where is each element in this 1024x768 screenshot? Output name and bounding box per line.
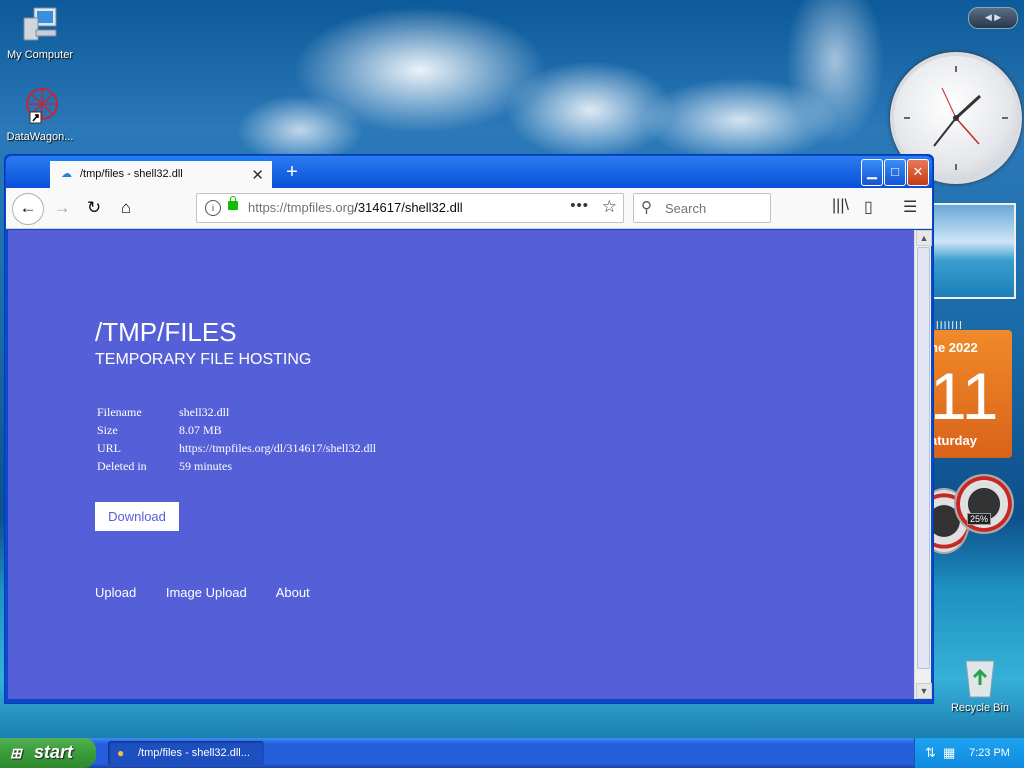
- address-bar[interactable]: i https://tmpfiles.org/314617/shell32.dl…: [196, 193, 624, 223]
- tray-clock[interactable]: 7:23 PM: [969, 747, 1010, 759]
- calendar-rings: ǀǀǀǀǀǀǀǀ: [932, 320, 963, 332]
- upload-link[interactable]: Upload: [95, 585, 136, 600]
- site-info-icon[interactable]: i: [205, 200, 221, 216]
- browser-window: ☁ /tmp/files - shell32.dll ✕ + ▁ □ ✕ ← →…: [4, 154, 934, 704]
- calendar-month: ne 2022: [930, 340, 978, 355]
- home-button[interactable]: ⌂: [111, 193, 141, 223]
- start-button[interactable]: ⊞ start: [0, 738, 96, 768]
- table-row: URL https://tmpfiles.org/dl/314617/shell…: [95, 439, 378, 457]
- info-key: Deleted in: [97, 458, 147, 473]
- library-icon[interactable]: |||\: [832, 197, 849, 215]
- scroll-down-icon[interactable]: ▼: [916, 683, 932, 699]
- search-icon: ⚲: [641, 199, 652, 216]
- network-globe-icon: [26, 88, 58, 124]
- recycle-bin-label: Recycle Bin: [950, 702, 1010, 714]
- info-value: shell32.dll: [179, 404, 230, 419]
- url-text[interactable]: https://tmpfiles.org/314617/shell32.dll: [248, 200, 463, 215]
- tray-network-icon[interactable]: ▦: [943, 745, 955, 761]
- download-button[interactable]: Download: [95, 502, 179, 531]
- start-label: start: [34, 742, 74, 762]
- taskbar-item-browser[interactable]: ● /tmp/files - shell32.dll...: [108, 741, 264, 765]
- desktop-icon-label: My Computer: [6, 49, 74, 61]
- recycle-bin-shortcut[interactable]: Recycle Bin: [940, 655, 1020, 714]
- file-info-table: Filename shell32.dll Size 8.07 MB URL ht…: [95, 403, 378, 475]
- taskbar: ⊞ start ● /tmp/files - shell32.dll... ⇅ …: [0, 738, 1024, 768]
- image-upload-link[interactable]: Image Upload: [166, 585, 247, 600]
- meter-percent-badge: 25%: [967, 513, 992, 525]
- navigation-toolbar: ← → ↻ ⌂ i https://tmpfiles.org/314617/sh…: [6, 188, 932, 229]
- close-window-button[interactable]: ✕: [907, 159, 929, 186]
- tab-title: /tmp/files - shell32.dll: [80, 168, 183, 180]
- table-row: Size 8.07 MB: [95, 421, 378, 439]
- page-content: /TMP/FILES TEMPORARY FILE HOSTING Filena…: [8, 230, 914, 699]
- info-key: Filename: [97, 404, 142, 419]
- back-button[interactable]: ←: [12, 193, 44, 225]
- url-path: /314617/shell32.dll: [354, 200, 463, 215]
- search-box[interactable]: ⚲ Search: [633, 193, 771, 223]
- tab-strip: ☁ /tmp/files - shell32.dll ✕ + ▁ □ ✕: [6, 156, 932, 190]
- memory-meter-gadget: [954, 474, 1014, 534]
- firefox-icon: ●: [117, 746, 125, 760]
- tab-active[interactable]: ☁ /tmp/files - shell32.dll ✕: [50, 159, 272, 190]
- scroll-up-icon[interactable]: ▲: [916, 230, 932, 246]
- table-row: Deleted in 59 minutes: [95, 457, 378, 475]
- windows-flag-icon: ⊞: [10, 745, 22, 761]
- reload-button[interactable]: ↻: [79, 193, 109, 223]
- page-actions-icon[interactable]: •••: [570, 197, 589, 214]
- bookmark-star-icon[interactable]: ☆: [602, 197, 617, 217]
- footer-links: Upload Image Upload About: [95, 585, 336, 600]
- info-value: 59 minutes: [179, 458, 232, 473]
- menu-hamburger-icon[interactable]: ☰: [903, 197, 917, 217]
- maximize-button[interactable]: □: [884, 159, 906, 186]
- calendar-gadget: ǀǀǀǀǀǀǀǀ ne 2022 11 aturday: [930, 320, 1012, 458]
- desktop-icon-label: DataWagon...: [6, 131, 74, 143]
- search-placeholder: Search: [665, 201, 707, 216]
- forward-button[interactable]: →: [47, 193, 77, 223]
- info-key: Size: [97, 422, 118, 437]
- new-tab-button[interactable]: +: [278, 159, 306, 185]
- info-value: https://tmpfiles.org/dl/314617/shell32.d…: [179, 440, 377, 455]
- tray-sync-icon[interactable]: ⇅: [925, 745, 936, 761]
- info-value: 8.07 MB: [179, 422, 222, 437]
- gadget-sidebar-nav[interactable]: ◀ ▶: [968, 7, 1018, 29]
- about-link[interactable]: About: [276, 585, 310, 600]
- page-subtitle: TEMPORARY FILE HOSTING: [95, 351, 312, 368]
- computer-icon: [23, 7, 57, 41]
- system-tray: ⇅ ▦ 7:23 PM: [914, 738, 1024, 768]
- minimize-button[interactable]: ▁: [861, 159, 883, 186]
- calendar-day: 11: [930, 359, 999, 433]
- datawagon-shortcut[interactable]: DataWagon...: [0, 86, 80, 143]
- table-row: Filename shell32.dll: [95, 403, 378, 421]
- cloud-upload-icon: ☁: [61, 168, 72, 180]
- slideshow-gadget: [930, 203, 1016, 299]
- url-host: https://tmpfiles.org: [248, 200, 355, 215]
- secure-lock-icon: [228, 196, 238, 210]
- recycle-bin-icon: [965, 660, 995, 698]
- sidebar-toggle-icon[interactable]: ▯: [864, 197, 873, 217]
- taskbar-item-label: /tmp/files - shell32.dll...: [138, 747, 250, 759]
- scrollbar-thumb[interactable]: [917, 247, 930, 669]
- calendar-weekday: aturday: [930, 433, 977, 448]
- my-computer-shortcut[interactable]: My Computer: [0, 4, 80, 61]
- vertical-scrollbar[interactable]: ▲ ▼: [914, 230, 932, 699]
- tab-close-icon[interactable]: ✕: [251, 166, 264, 184]
- page-title: /TMP/FILES: [95, 317, 237, 347]
- info-key: URL: [97, 440, 121, 455]
